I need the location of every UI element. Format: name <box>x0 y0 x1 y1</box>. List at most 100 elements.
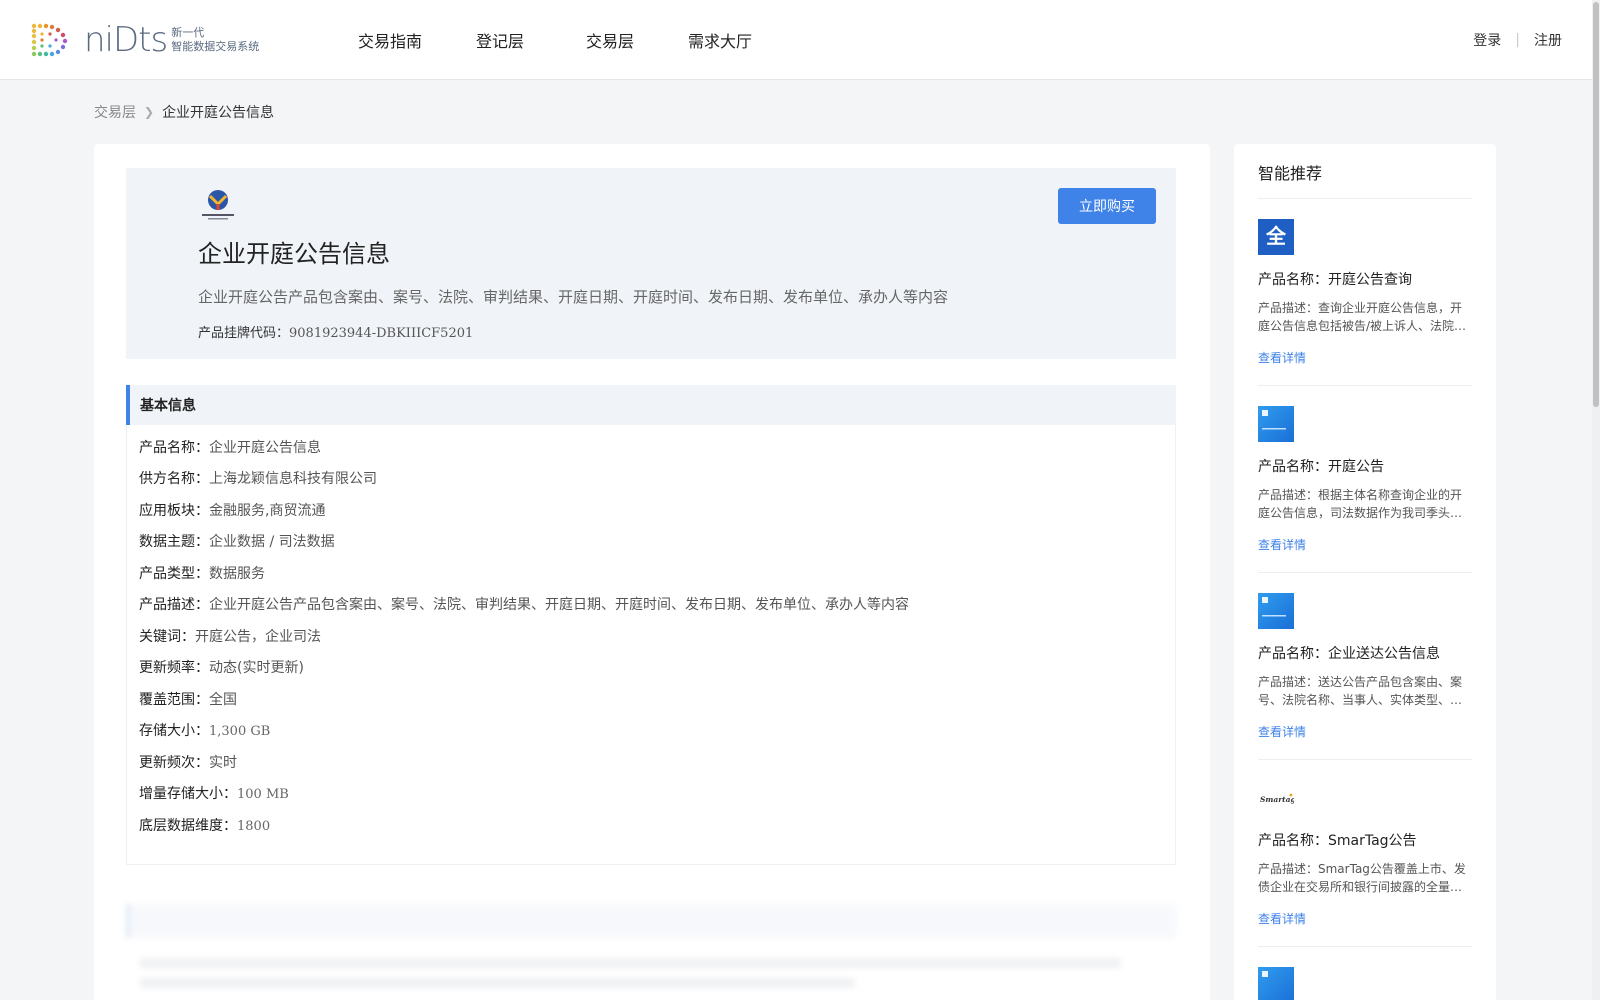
recommend-item[interactable]: 产品名称：企业送达公告信息 产品描述：送达公告产品包含案由、案号、法院名称、当事… <box>1258 593 1472 740</box>
info-row-coverage: 覆盖范围：全国 <box>139 689 237 709</box>
blurred-section <box>126 904 1176 1000</box>
recommend-item-name: 产品名称：开庭公告查询 <box>1258 272 1412 288</box>
recommend-item-name: 产品名称：开庭公告 <box>1258 459 1384 475</box>
view-details-link[interactable]: 查看详情 <box>1258 723 1472 740</box>
basic-info-list: 产品名称：企业开庭公告信息 供方名称：上海龙颖信息科技有限公司 应用板块：金融服… <box>126 425 1176 865</box>
product-code-label: 产品挂牌代码： <box>198 326 290 341</box>
svg-text:Smartag: Smartag <box>1260 795 1294 804</box>
info-value: 企业开庭公告信息 <box>209 440 321 456</box>
view-details-link[interactable]: 查看详情 <box>1258 536 1472 553</box>
info-label: 产品类型： <box>139 566 209 582</box>
recommend-item-name: 产品名称：SmarTag公告 <box>1258 833 1417 849</box>
product-thumbnail-icon <box>1258 593 1294 629</box>
product-code: 产品挂牌代码：9081923944-DBKIIICF5201 <box>198 322 473 341</box>
info-label: 增量存储大小： <box>139 786 237 802</box>
info-value: 实时 <box>209 755 237 771</box>
smart-recommend-panel: 智能推荐 全 产品名称：开庭公告查询 产品描述：查询企业开庭公告信息，开庭公告信… <box>1234 144 1496 1000</box>
product-hero: 企业开庭公告信息 企业开庭公告产品包含案由、案号、法院、审判结果、开庭日期、开庭… <box>126 168 1176 359</box>
product-thumbnail-icon: 全 <box>1258 219 1294 255</box>
product-detail-card: 企业开庭公告信息 企业开庭公告产品包含案由、案号、法院、审判结果、开庭日期、开庭… <box>94 144 1210 1000</box>
info-row-supplier: 供方名称：上海龙颖信息科技有限公司 <box>139 468 377 488</box>
info-label: 关键词： <box>139 629 195 645</box>
info-row-product-name: 产品名称：企业开庭公告信息 <box>139 437 321 457</box>
brand-logo[interactable]: niDts 新一代 智能数据交易系统 <box>28 20 259 60</box>
top-header: niDts 新一代 智能数据交易系统 交易指南 登记层 交易层 需求大厅 登录 … <box>0 0 1592 80</box>
auth-links: 登录 | 注册 <box>1473 0 1562 80</box>
auth-divider: | <box>1515 32 1520 48</box>
product-code-value: 9081923944-DBKIIICF5201 <box>289 326 474 341</box>
info-label: 供方名称： <box>139 471 209 487</box>
brand-wordmark: niDts <box>84 20 168 60</box>
info-label: 更新频次： <box>139 755 209 771</box>
view-details-link[interactable]: 查看详情 <box>1258 349 1472 366</box>
blurred-section-heading <box>126 904 1176 938</box>
nav-trade-layer[interactable]: 交易层 <box>586 28 634 52</box>
brand-tagline-line2: 智能数据交易系统 <box>171 40 260 53</box>
login-link[interactable]: 登录 <box>1473 30 1501 50</box>
breadcrumb-parent[interactable]: 交易层 <box>94 102 136 122</box>
recommend-item[interactable]: 产品名称：开庭公告 产品描述：根据主体名称查询企业的开庭公告信息，司法数据作为我… <box>1258 406 1472 553</box>
info-row-type: 产品类型：数据服务 <box>139 563 265 583</box>
info-row-sector: 应用板块：金融服务,商贸流通 <box>139 500 325 520</box>
buy-now-button[interactable]: 立即购买 <box>1058 188 1156 224</box>
info-label: 应用板块： <box>139 503 209 519</box>
recommend-item-desc: 产品描述：根据主体名称查询企业的开庭公告信息，司法数据作为我司季头产品 <box>1258 488 1463 520</box>
breadcrumb: 交易层 ❯ 企业开庭公告信息 <box>94 102 274 122</box>
recommend-item-name: 产品名称：企业送达公告信息 <box>1258 646 1440 662</box>
info-value: 金融服务,商贸流通 <box>209 503 326 519</box>
info-value: 企业数据 / 司法数据 <box>209 534 335 550</box>
info-value: 动态(实时更新) <box>209 660 304 676</box>
info-row-update-interval: 更新频次：实时 <box>139 752 237 772</box>
recommend-item[interactable]: 全 产品名称：开庭公告查询 产品描述：查询企业开庭公告信息，开庭公告信息包括被告… <box>1258 219 1472 366</box>
page-scrollbar-thumb[interactable] <box>1593 2 1599 407</box>
blurred-section-body <box>126 958 1176 988</box>
info-value: 1800 <box>237 819 271 834</box>
nav-demand-hall[interactable]: 需求大厅 <box>688 28 752 52</box>
info-label: 更新频率： <box>139 660 209 676</box>
info-row-dimensions: 底层数据维度：1800 <box>139 815 270 835</box>
smartag-logo-icon: Smartag <box>1258 780 1294 816</box>
info-row-keywords: 关键词：开庭公告，企业司法 <box>139 626 321 646</box>
svg-text:全: 全 <box>1265 224 1287 248</box>
recommend-divider <box>1258 946 1472 947</box>
provider-logo-icon <box>202 190 234 220</box>
recommend-divider <box>1258 385 1472 386</box>
smart-recommend-title: 智能推荐 <box>1258 164 1323 183</box>
recommend-item-desc: 产品描述：SmarTag公告覆盖上市、发债企业在交易所和银行间披露的全量公告信息 <box>1258 862 1466 894</box>
info-value: 上海龙颖信息科技有限公司 <box>209 471 377 487</box>
info-value: 数据服务 <box>209 566 265 582</box>
page-scrollbar[interactable] <box>1592 0 1600 1000</box>
info-value: 100 MB <box>237 787 289 802</box>
nav-trade-guide[interactable]: 交易指南 <box>358 28 422 52</box>
info-label: 底层数据维度： <box>139 818 237 834</box>
side-divider <box>1258 198 1472 199</box>
info-row-update-frequency: 更新频率：动态(实时更新) <box>139 657 304 677</box>
nav-registry-layer[interactable]: 登记层 <box>476 28 524 52</box>
brand-tagline-line1: 新一代 <box>171 26 205 39</box>
info-label: 存储大小： <box>139 723 209 739</box>
info-row-storage-size: 存储大小：1,300 GB <box>139 720 270 740</box>
product-thumbnail-icon <box>1258 406 1294 442</box>
info-label: 覆盖范围： <box>139 692 209 708</box>
basic-info-heading: 基本信息 <box>126 385 1176 425</box>
chevron-right-icon: ❯ <box>144 105 155 119</box>
brand-dots-icon <box>31 23 68 57</box>
info-row-description: 产品描述：企业开庭公告产品包含案由、案号、法院、审判结果、开庭日期、开庭时间、发… <box>139 594 909 614</box>
product-title: 企业开庭公告信息 <box>198 240 390 268</box>
breadcrumb-current: 企业开庭公告信息 <box>162 105 275 121</box>
info-label: 产品描述： <box>139 597 209 613</box>
main-nav: 交易指南 登记层 交易层 需求大厅 <box>358 0 806 80</box>
info-row-incremental-size: 增量存储大小：100 MB <box>139 783 289 803</box>
info-value: 企业开庭公告产品包含案由、案号、法院、审判结果、开庭日期、开庭时间、发布日期、发… <box>209 597 909 613</box>
recommend-item[interactable]: Smartag 产品名称：SmarTag公告 产品描述：SmarTag公告覆盖上… <box>1258 780 1472 927</box>
recommend-item-desc: 产品描述：送达公告产品包含案由、案号、法院名称、当事人、实体类型、公告内容 <box>1258 675 1463 707</box>
recommend-item[interactable] <box>1258 967 1472 1000</box>
info-value: 1,300 GB <box>209 724 271 739</box>
brand-tagline: 新一代 智能数据交易系统 <box>171 26 259 54</box>
view-details-link[interactable]: 查看详情 <box>1258 910 1472 927</box>
register-link[interactable]: 注册 <box>1534 30 1562 50</box>
info-value: 开庭公告，企业司法 <box>195 629 321 645</box>
info-label: 数据主题： <box>139 534 209 550</box>
info-label: 产品名称： <box>139 440 209 456</box>
recommend-item-desc: 产品描述：查询企业开庭公告信息，开庭公告信息包括被告/被上诉人、法院名称等 <box>1258 301 1467 333</box>
